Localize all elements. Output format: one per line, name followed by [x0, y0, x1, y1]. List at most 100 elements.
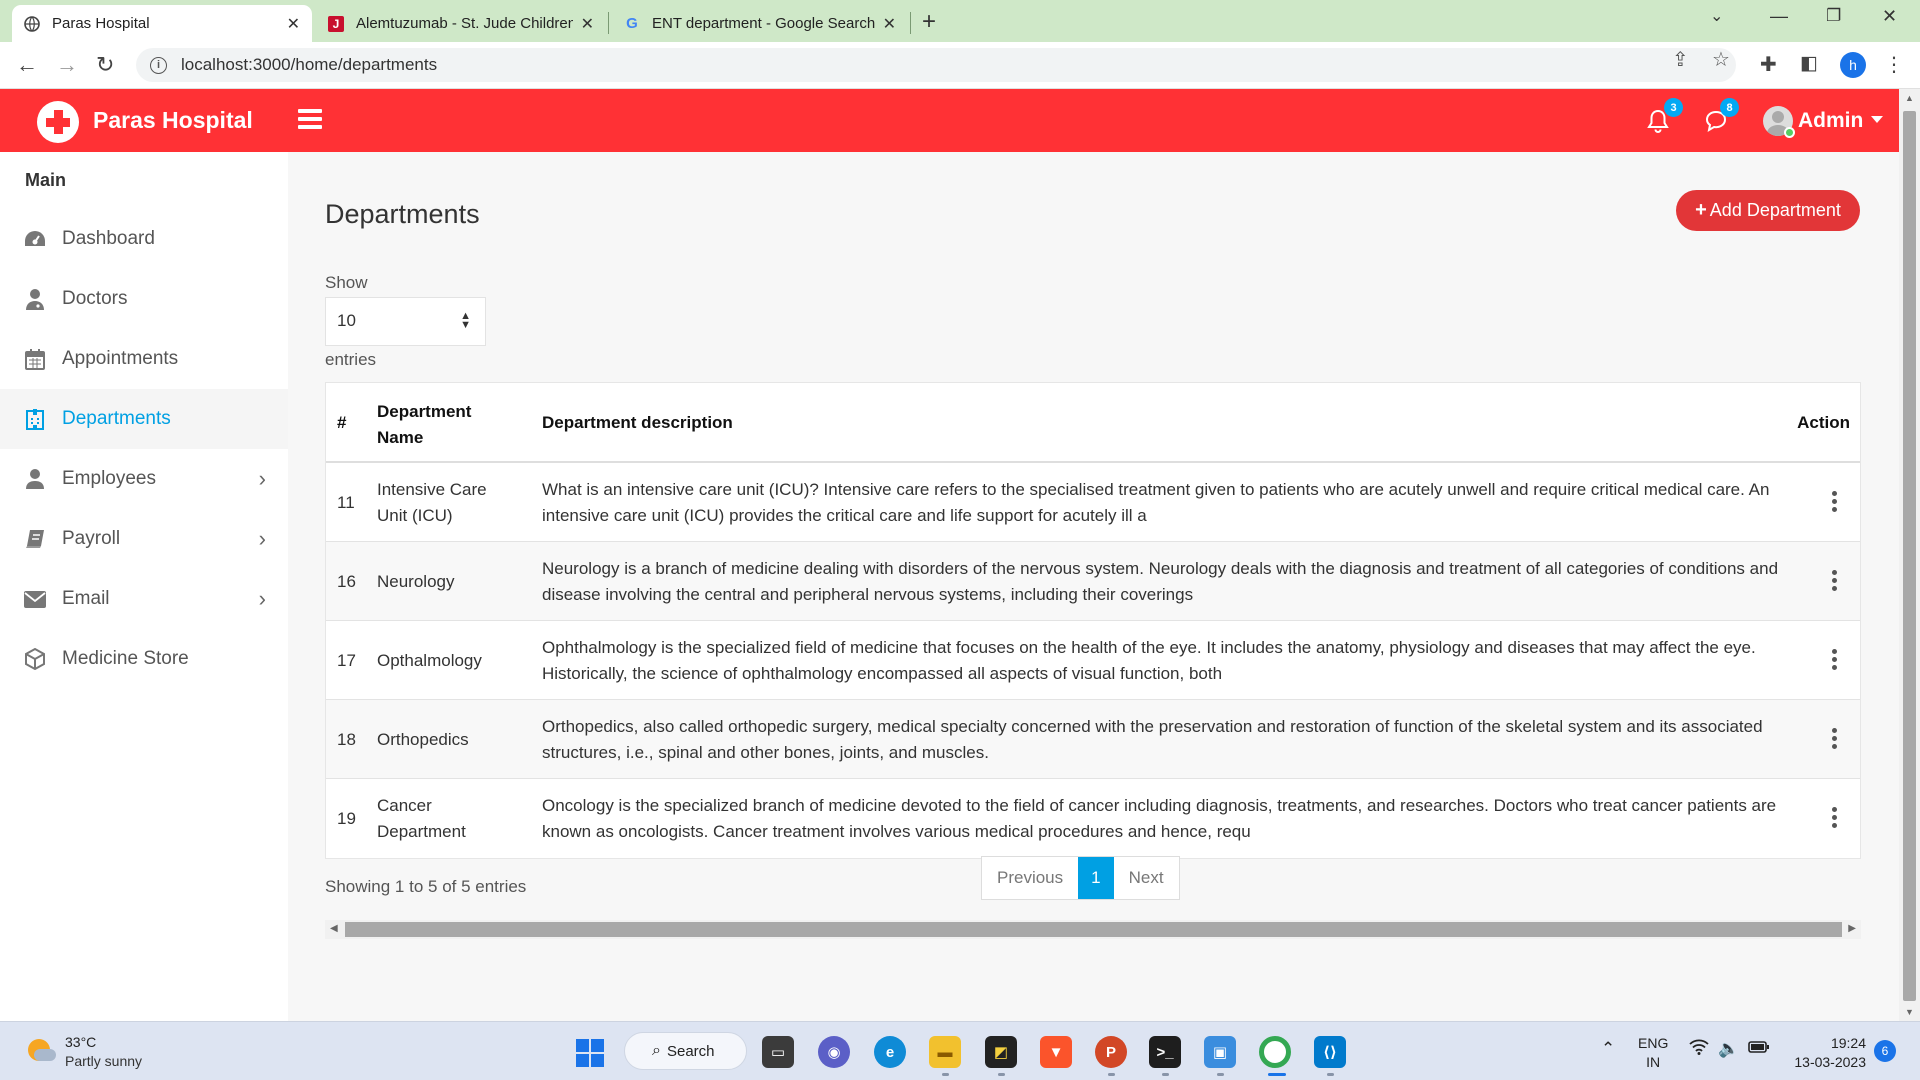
show-hidden-icons-chevron-icon[interactable]: ⌃	[1601, 1039, 1615, 1059]
vscode-icon[interactable]: ⟨⟩	[1314, 1036, 1346, 1068]
close-tab-icon[interactable]: ✕	[581, 14, 594, 34]
sidebar-item-payroll[interactable]: Payroll ›	[0, 509, 288, 569]
caret-down-icon[interactable]	[1871, 116, 1883, 123]
url-text: localhost:3000/home/departments	[181, 55, 438, 74]
scroll-left-arrow-icon[interactable]: ◀	[330, 923, 338, 934]
system-clock[interactable]: 19:24 13-03-2023	[1788, 1034, 1866, 1072]
browser-tab-google-search[interactable]: G ENT department - Google Search ✕	[612, 5, 908, 42]
taskbar-search-label: Search	[666, 1042, 715, 1060]
browser-menu-icon[interactable]: ⋮	[1884, 52, 1904, 77]
browser-tab-st-jude[interactable]: J Alemtuzumab - St. Jude Children ✕	[316, 5, 606, 42]
close-tab-icon[interactable]: ✕	[287, 14, 300, 34]
dashboard-icon	[24, 228, 46, 250]
task-view-icon[interactable]: ▭	[762, 1036, 794, 1068]
horizontal-scrollbar-thumb[interactable]	[345, 922, 1842, 937]
reload-icon[interactable]: ↻	[96, 52, 114, 78]
terminal-icon[interactable]: >_	[1149, 1036, 1181, 1068]
pagination-page-1-button[interactable]: 1	[1078, 857, 1114, 899]
tab-title: Alemtuzumab - St. Jude Children	[356, 15, 573, 32]
sticky-notes-icon[interactable]: ◩	[985, 1036, 1017, 1068]
sidebar-item-dashboard[interactable]: Dashboard	[0, 209, 288, 269]
menu-toggle-icon[interactable]	[298, 109, 322, 129]
wifi-icon[interactable]	[1689, 1039, 1709, 1060]
pagination-previous-button[interactable]: Previous	[982, 857, 1078, 899]
taskbar-search[interactable]: ⌕ Search	[624, 1032, 747, 1070]
clock-date: 13-03-2023	[1794, 1054, 1866, 1070]
site-info-icon[interactable]: i	[150, 56, 167, 74]
row-id: 16	[337, 571, 356, 591]
new-tab-button[interactable]: +	[922, 8, 936, 36]
browser-tab-paras-hospital[interactable]: Paras Hospital ✕	[12, 5, 312, 42]
tab-divider	[608, 12, 609, 34]
file-explorer-icon[interactable]: ▬	[929, 1036, 961, 1068]
sidebar-item-appointments[interactable]: Appointments	[0, 329, 288, 389]
page-vertical-scrollbar[interactable]: ▲ ▼	[1899, 89, 1920, 1021]
speaker-icon[interactable]: 🔈	[1718, 1039, 1739, 1059]
input-language-indicator[interactable]: ENG IN	[1638, 1034, 1668, 1072]
hospital-cross-logo-icon	[37, 101, 79, 143]
browser-profile-avatar[interactable]: h	[1840, 52, 1866, 78]
close-window-button[interactable]: ✕	[1882, 6, 1897, 27]
app-header: Paras Hospital 3 8 Admin	[0, 89, 1899, 152]
sidebar-item-doctors[interactable]: Doctors	[0, 269, 288, 329]
weather-condition[interactable]: Partly sunny	[65, 1053, 142, 1069]
row-id: 18	[337, 729, 356, 749]
row-actions-kebab-icon[interactable]	[1832, 570, 1838, 594]
battery-icon[interactable]	[1748, 1039, 1770, 1059]
tab-divider	[910, 12, 911, 34]
browser-tab-bar: Paras Hospital ✕ J Alemtuzumab - St. Jud…	[0, 0, 1920, 42]
add-department-label: Add Department	[1709, 200, 1841, 220]
windows-start-icon[interactable]	[576, 1039, 604, 1067]
chevron-right-icon: ›	[258, 466, 266, 491]
back-arrow-icon[interactable]: ←	[16, 52, 38, 78]
scroll-down-arrow-icon[interactable]: ▼	[1905, 1007, 1914, 1017]
row-actions-kebab-icon[interactable]	[1832, 807, 1838, 831]
column-header-name[interactable]: Department Name	[377, 399, 507, 451]
forward-arrow-icon[interactable]: →	[56, 52, 78, 78]
brave-browser-icon[interactable]: ▼	[1040, 1036, 1072, 1068]
side-panel-icon[interactable]: ◧	[1800, 52, 1818, 75]
edge-browser-icon[interactable]: e	[874, 1036, 906, 1068]
chevron-right-icon: ›	[258, 586, 266, 611]
notification-center-badge[interactable]: 6	[1874, 1040, 1896, 1062]
row-actions-kebab-icon[interactable]	[1832, 491, 1838, 515]
sidebar-item-departments[interactable]: Departments	[0, 389, 288, 449]
column-header-description[interactable]: Department description	[542, 413, 733, 433]
column-header-number[interactable]: #	[337, 413, 346, 433]
weather-temperature[interactable]: 33°C	[65, 1034, 96, 1050]
sidebar-item-employees[interactable]: Employees ›	[0, 449, 288, 509]
row-actions-kebab-icon[interactable]	[1832, 728, 1838, 752]
address-bar[interactable]: i localhost:3000/home/departments	[136, 48, 1736, 82]
user-menu-name[interactable]: Admin	[1798, 109, 1863, 133]
chrome-browser-icon[interactable]	[1259, 1036, 1291, 1068]
teams-chat-icon[interactable]: ◉	[818, 1036, 850, 1068]
partly-sunny-icon[interactable]	[26, 1037, 56, 1063]
extensions-puzzle-icon[interactable]: ✚	[1760, 52, 1777, 77]
close-tab-icon[interactable]: ✕	[883, 14, 896, 34]
horizontal-scrollbar[interactable]: ◀ ▶	[325, 920, 1861, 939]
bookmark-star-icon[interactable]: ☆	[1712, 47, 1730, 72]
pagination-next-button[interactable]: Next	[1114, 857, 1179, 899]
sidebar-item-medicine-store[interactable]: Medicine Store	[0, 629, 288, 689]
sidebar-section-title: Main	[25, 170, 67, 190]
table-row: 19 Cancer Department Oncology is the spe…	[326, 779, 1860, 858]
tab-search-chevron-icon[interactable]: ⌄	[1710, 6, 1723, 26]
brand-name[interactable]: Paras Hospital	[93, 107, 253, 134]
minimize-button[interactable]: —	[1770, 6, 1788, 27]
row-department-name: Opthalmology	[377, 650, 482, 670]
share-icon[interactable]: ⇪	[1672, 47, 1689, 72]
sidebar-item-email[interactable]: Email ›	[0, 569, 288, 629]
add-department-button[interactable]: + Add Department	[1676, 190, 1860, 231]
row-department-name: Orthopedics	[377, 729, 469, 749]
page-title: Departments	[325, 199, 480, 229]
restore-button[interactable]: ❐	[1826, 6, 1841, 26]
remote-desktop-icon[interactable]: ▣	[1204, 1036, 1236, 1068]
powerpoint-icon[interactable]: P	[1095, 1036, 1127, 1068]
scroll-right-arrow-icon[interactable]: ▶	[1848, 923, 1856, 934]
app-running-indicator	[998, 1073, 1005, 1076]
sidebar-item-label: Medicine Store	[62, 648, 189, 669]
vertical-scrollbar-thumb[interactable]	[1903, 111, 1916, 1001]
scroll-up-arrow-icon[interactable]: ▲	[1905, 93, 1914, 103]
entries-per-page-select[interactable]: 10 ▲ ▼	[325, 297, 486, 346]
row-actions-kebab-icon[interactable]	[1832, 649, 1838, 673]
